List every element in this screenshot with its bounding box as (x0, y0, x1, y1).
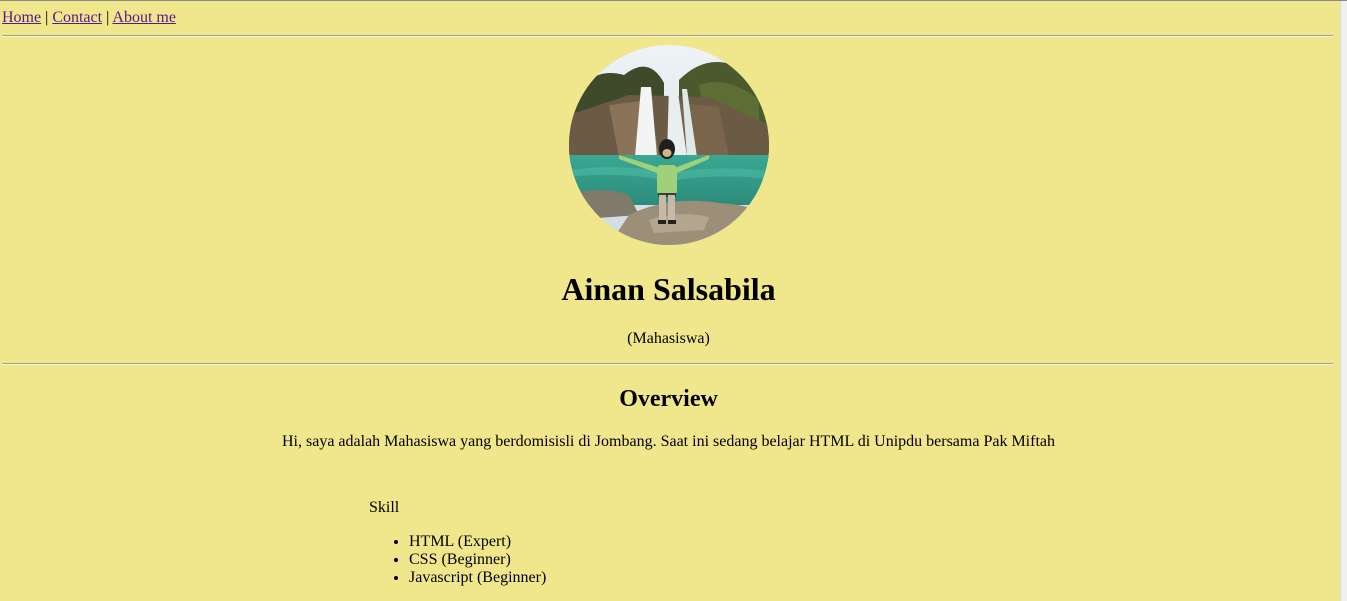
profile-photo (569, 45, 769, 245)
nav-separator: | (45, 9, 49, 26)
list-item: HTML (Expert) (409, 533, 546, 551)
list-item: Javascript (Beginner) (409, 569, 546, 587)
list-item: CSS (Beginner) (409, 551, 546, 569)
vertical-scrollbar[interactable] (1340, 1, 1347, 601)
profile-photo-image (569, 45, 769, 245)
nav-link-home[interactable]: Home (2, 9, 41, 26)
top-nav: Home | Contact | About me (2, 9, 176, 27)
skill-heading: Skill (369, 499, 400, 516)
nav-separator: | (106, 9, 110, 26)
profile-role: (Mahasiswa) (627, 330, 710, 347)
nav-link-about-me[interactable]: About me (112, 9, 176, 26)
overview-text: Hi, saya adalah Mahasiswa yang berdomisi… (281, 433, 1055, 450)
nav-link-contact[interactable]: Contact (52, 9, 102, 26)
divider (2, 35, 1333, 37)
profile-name: Ainan Salsabila (561, 271, 776, 307)
divider (2, 363, 1333, 365)
skill-list: HTML (Expert) CSS (Beginner) Javascript … (369, 533, 546, 587)
overview-heading: Overview (619, 386, 718, 412)
